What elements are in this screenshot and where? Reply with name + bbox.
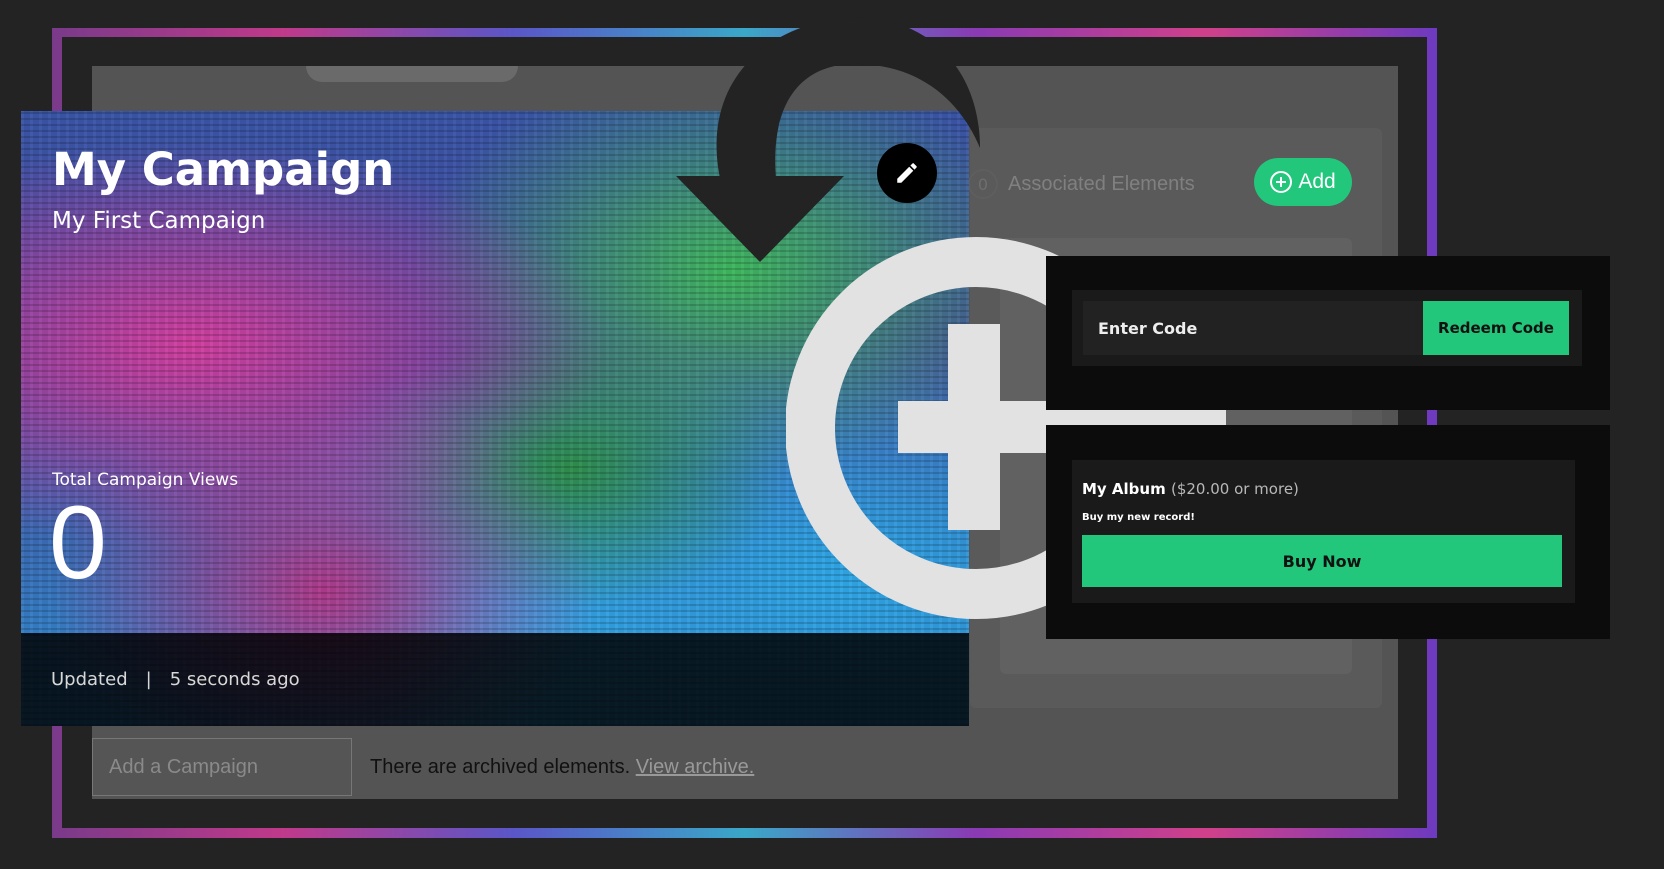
redeem-code-button[interactable]: Redeem Code — [1423, 301, 1569, 355]
updated-label: Updated — [51, 669, 128, 690]
buy-now-button[interactable]: Buy Now — [1082, 535, 1562, 587]
album-box: My Album ($20.00 or more) Buy my new rec… — [1072, 460, 1575, 603]
add-button-label: Add — [1298, 170, 1336, 193]
total-views-count: 0 — [49, 485, 107, 601]
add-button[interactable]: Add — [1254, 158, 1352, 206]
associated-elements-label: Associated Elements — [1008, 172, 1195, 195]
enter-code-input[interactable]: Enter Code — [1083, 301, 1423, 355]
album-purchase-widget: My Album ($20.00 or more) Buy my new rec… — [1046, 425, 1610, 639]
campaign-subtitle: My First Campaign — [52, 208, 266, 234]
updated-time: 5 seconds ago — [169, 669, 300, 690]
archive-notice: There are archived elements. View archiv… — [370, 756, 754, 779]
album-price: ($20.00 or more) — [1170, 480, 1299, 498]
redeem-row: Enter Code Redeem Code — [1072, 290, 1582, 366]
footer-separator: | — [145, 669, 152, 690]
add-campaign-input[interactable]: Add a Campaign — [92, 738, 352, 796]
archive-text: There are archived elements. — [370, 756, 631, 778]
album-description: Buy my new record! — [1082, 512, 1195, 523]
campaign-title: My Campaign — [52, 143, 395, 196]
album-title-line: My Album ($20.00 or more) — [1082, 480, 1299, 498]
plus-circle-icon — [1270, 171, 1293, 193]
view-archive-link[interactable]: View archive. — [636, 756, 755, 778]
album-title: My Album — [1082, 480, 1166, 498]
top-tab-pill — [306, 66, 518, 82]
redeem-code-widget: Enter Code Redeem Code — [1046, 256, 1610, 410]
campaign-card-footer: Updated | 5 seconds ago — [21, 633, 969, 726]
